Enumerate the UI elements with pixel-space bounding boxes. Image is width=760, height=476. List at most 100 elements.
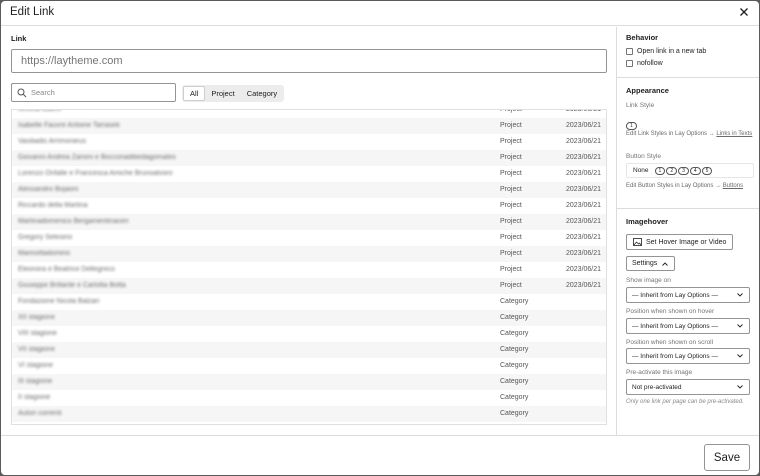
list-item[interactable]: Annina Gaertl Project 2023/06/21 <box>12 109 606 118</box>
item-title: Vasiliadis Arrimonieus <box>18 138 86 145</box>
filter-category[interactable]: Category <box>241 86 283 101</box>
item-date: 2023/06/21 <box>566 186 602 193</box>
new-tab-label: Open link in a new tab <box>637 48 707 55</box>
appearance-title: Appearance <box>626 86 669 95</box>
item-type: Category <box>500 346 529 353</box>
close-icon[interactable] <box>737 5 751 19</box>
list-item[interactable]: Gregory Selesino Project 2023/06/21 <box>12 230 606 246</box>
search-input[interactable] <box>31 86 171 99</box>
item-type: Category <box>500 394 529 401</box>
chevron-down-icon <box>737 385 743 389</box>
item-date: 2023/06/21 <box>566 250 602 257</box>
button-style-3[interactable]: 3 <box>678 166 689 175</box>
list-item[interactable]: Vasiliadis Arrimonieus Project 2023/06/21 <box>12 134 606 150</box>
item-date: 2023/06/21 <box>566 202 602 209</box>
settings-toggle-button[interactable]: Settings <box>626 256 676 271</box>
item-type: Project <box>500 202 522 209</box>
preactivate-label: Pre-activate this image <box>626 369 693 376</box>
new-tab-option[interactable]: Open link in a new tab <box>626 48 706 55</box>
modal-title: Edit Link <box>10 6 55 18</box>
filter-project[interactable]: Project <box>205 86 240 101</box>
list-item[interactable]: Riccardo della Martina Project 2023/06/21 <box>12 198 606 214</box>
list-item[interactable]: Fondazione Nicola Balzari Category <box>12 294 606 310</box>
item-type: Category <box>500 378 529 385</box>
settings-sidebar: Behavior Open link in a new tab nofollow… <box>616 27 759 435</box>
hover-position-label: Position when shown on hover <box>626 308 715 315</box>
list-item[interactable]: Alessandro Bojaoni Project 2023/06/21 <box>12 182 606 198</box>
item-type: Category <box>500 410 529 417</box>
item-type: Project <box>500 250 522 257</box>
behavior-section: Behavior Open link in a new tab nofollow <box>617 27 759 78</box>
item-type: Project <box>500 266 522 273</box>
hover-position-select[interactable]: — Inherit from Lay Options — <box>626 318 750 334</box>
chevron-down-icon <box>737 354 743 358</box>
item-title: Gregory Selesino <box>18 234 73 241</box>
button-style-none[interactable]: None <box>633 167 649 174</box>
item-type: Project <box>500 282 522 289</box>
scroll-position-label: Position when shown on scroll <box>626 339 714 346</box>
edit-link-modal: Edit Link Link All Project Category Anni… <box>1 1 759 475</box>
chevron-down-icon <box>737 324 743 328</box>
item-type: Category <box>500 330 529 337</box>
list-item[interactable]: VII stagione Category <box>12 342 606 358</box>
list-item[interactable]: Isabelle Fauvre Antoine Tarrasek Project 2… <box>12 118 606 134</box>
item-title: Autori correnti <box>18 410 62 417</box>
show-image-select[interactable]: — Inherit from Lay Options — <box>626 287 750 303</box>
item-date: 2023/06/21 <box>566 218 602 225</box>
button-style-4[interactable]: 4 <box>689 166 701 175</box>
list-item[interactable]: Marinottadomirio Project 2023/06/21 <box>12 246 606 262</box>
list-item[interactable]: Lorenzo Orifalle e Francesca Amiche Brun… <box>12 166 606 182</box>
item-title: Eleonora e Beatrice Dellegreco <box>18 266 115 273</box>
chevron-up-icon <box>662 261 669 266</box>
buttons-link[interactable]: Buttons <box>723 183 743 189</box>
list-item[interactable]: III stagione Category <box>12 374 606 390</box>
list-item[interactable]: Martinadomenico Bergamentinaceri Project 2… <box>12 214 606 230</box>
list-item[interactable]: Giuseppe Brillante e Carlotta Botta Proje… <box>12 278 606 294</box>
item-title: Giovanni Andrea Zanoni e Bocconadibedago… <box>18 154 176 161</box>
filter-all[interactable]: All <box>183 86 206 101</box>
new-tab-checkbox[interactable] <box>626 48 633 55</box>
item-date: 2023/06/21 <box>566 170 602 177</box>
item-title: III stagione <box>18 378 53 385</box>
nofollow-option[interactable]: nofollow <box>626 60 663 67</box>
button-style-1[interactable]: 1 <box>654 166 666 175</box>
item-title: Isabelle Fauvre Antoine Tarrasek <box>18 122 120 129</box>
item-title: VII stagione <box>18 346 55 353</box>
list-item[interactable]: VIII stagione Category <box>12 326 606 342</box>
list-item[interactable]: Eleonora e Beatrice Dellegreco Project 202… <box>12 262 606 278</box>
set-hover-image-button[interactable]: Set Hover Image or Video <box>626 234 734 250</box>
url-input[interactable] <box>11 49 607 73</box>
nofollow-label: nofollow <box>637 60 663 67</box>
search-field[interactable] <box>11 83 176 102</box>
item-title: Alessandro Bojaoni <box>18 186 79 193</box>
item-date: 2023/06/21 <box>566 122 602 129</box>
link-style-help: Edit Link Styles in Lay Options → Links … <box>626 131 753 137</box>
button-style-help: Edit Button Styles in Lay Options → Butt… <box>626 183 744 189</box>
item-title: II stagione <box>18 394 51 401</box>
item-date: 2023/06/21 <box>566 109 602 113</box>
item-type: Project <box>500 186 522 193</box>
list-item[interactable]: II stagione Category <box>12 390 606 406</box>
button-style-2[interactable]: 2 <box>666 166 678 175</box>
nofollow-checkbox[interactable] <box>626 60 633 67</box>
imagehover-title: Imagehover <box>626 217 669 226</box>
link-panel: Link All Project Category Annina Gaertl P… <box>1 27 616 435</box>
chevron-down-icon <box>737 293 743 297</box>
list-item[interactable]: Autori correnti Category <box>12 406 606 422</box>
item-date: 2023/06/21 <box>566 138 602 145</box>
item-type: Project <box>500 154 522 161</box>
list-item[interactable]: VI stagione Category <box>12 358 606 374</box>
button-style-5[interactable]: 5 <box>701 166 713 175</box>
item-type: Project <box>500 234 522 241</box>
link-style-1[interactable]: 1 <box>626 122 637 130</box>
modal-footer: Save <box>1 435 759 475</box>
scroll-position-select[interactable]: — Inherit from Lay Options — <box>626 348 750 364</box>
save-button[interactable]: Save <box>704 444 750 471</box>
item-type: Category <box>500 298 529 305</box>
list-item[interactable]: Giovanni Andrea Zanoni e Bocconadibedago… <box>12 150 606 166</box>
item-date: 2023/06/21 <box>566 282 602 289</box>
list-item[interactable]: XII stagione Category <box>12 310 606 326</box>
links-in-texts-link[interactable]: Links in Texts <box>716 131 752 137</box>
item-type: Project <box>500 109 522 113</box>
preactivate-select[interactable]: Not pre-activated <box>626 379 750 395</box>
